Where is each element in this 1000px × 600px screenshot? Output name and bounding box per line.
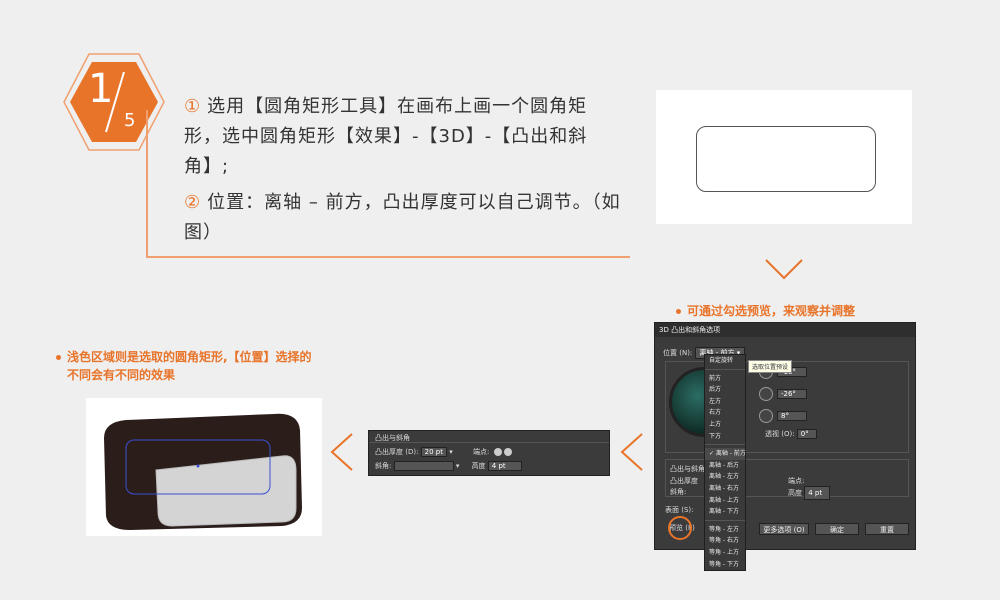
extruded-shape bbox=[104, 413, 302, 530]
position-dropdown-menu[interactable]: 自定旋转 前方 后方 左方 右方 上方 下方 ✓ 离轴 - 前方 离轴 - 后方 … bbox=[704, 354, 746, 572]
instruction-1: ① 选用【圆角矩形工具】在画布上画一个圆角矩形，选中圆角矩形【效果】-【3D】-【… bbox=[184, 96, 588, 177]
ok-button[interactable]: 确定 bbox=[815, 523, 859, 535]
step-total: 5 bbox=[124, 110, 136, 131]
cap-on-icon[interactable] bbox=[493, 448, 502, 456]
mini-depth-input[interactable]: 20 pt bbox=[420, 447, 447, 457]
bullet-dot bbox=[56, 355, 61, 360]
chevron-down-icon bbox=[765, 259, 803, 280]
canvas-preview bbox=[656, 90, 912, 224]
angle-z-row: 8° bbox=[759, 409, 807, 423]
preview-highlight-circle bbox=[668, 516, 692, 540]
mini-depth-row: 凸出厚度 (D): 20 pt ▾ 端点: bbox=[375, 447, 512, 457]
note-preview: 可通过勾选预览，来观察并调整 bbox=[676, 302, 855, 320]
dropdown-menu-item[interactable]: 等角 - 下方 bbox=[705, 559, 745, 571]
hexagon-shape bbox=[63, 53, 165, 151]
height-row: 高度 4 pt bbox=[788, 486, 831, 500]
cap-off-icon[interactable] bbox=[503, 448, 512, 456]
mini-bevel-row: 斜角: ▾ 高度 4 pt bbox=[375, 461, 522, 471]
chevron-left-icon bbox=[620, 433, 643, 471]
height-input[interactable]: 4 pt bbox=[804, 486, 831, 500]
dropdown-menu-item[interactable]: 等角 - 左方 bbox=[705, 524, 745, 536]
dropdown-menu-item[interactable]: 前方 bbox=[705, 373, 745, 385]
tooltip: 选取位置预设 bbox=[748, 360, 793, 373]
frame-line-horizontal bbox=[146, 256, 630, 258]
dropdown-menu-item[interactable]: 下方 bbox=[705, 431, 745, 443]
perspective-input[interactable]: 0° bbox=[796, 429, 817, 439]
3d-options-dialog: 3D 凸出和斜角选项 位置 (N): 离轴 - 前方 ▾ -18° -26° 8… bbox=[654, 322, 916, 550]
dropdown-menu-item[interactable]: 左方 bbox=[705, 396, 745, 408]
angle-z-input[interactable]: 8° bbox=[777, 411, 807, 421]
mini-height-input[interactable]: 4 pt bbox=[487, 461, 522, 471]
dropdown-menu-item[interactable]: 离轴 - 上方 bbox=[705, 495, 745, 507]
dropdown-menu-item[interactable]: 右方 bbox=[705, 407, 745, 419]
step-badge: 1 5 bbox=[62, 52, 166, 152]
surface-label: 表面 (S): bbox=[665, 506, 694, 514]
rotate-y-icon bbox=[759, 387, 773, 401]
dropdown-menu-item[interactable]: 上方 bbox=[705, 419, 745, 431]
extrude-panel: 凸出与斜角 凸出厚度 端点: 斜角: 高度 4 pt bbox=[665, 459, 909, 500]
more-options-button[interactable]: 更多选项 (O) bbox=[759, 523, 809, 535]
dropdown-menu-item[interactable]: 离轴 - 下方 bbox=[705, 506, 745, 518]
dropdown-menu-item[interactable]: 离轴 - 后方 bbox=[705, 460, 745, 472]
dropdown-menu-item[interactable]: 等角 - 上方 bbox=[705, 547, 745, 559]
angle-y-row: -26° bbox=[759, 387, 807, 401]
dropdown-menu-item[interactable]: 等角 - 右方 bbox=[705, 535, 745, 547]
dropdown-menu-item[interactable]: 自定旋转 bbox=[705, 355, 745, 367]
bevel-label: 斜角: bbox=[670, 488, 687, 496]
mini-panel-title: 凸出与斜角 bbox=[369, 431, 609, 443]
note-position: 浅色区域则是选取的圆角矩形,【位置】选择的 不同会有不同的效果 bbox=[56, 348, 312, 384]
instructions: ① 选用【圆角矩形工具】在画布上画一个圆角矩形，选中圆角矩形【效果】-【3D】-【… bbox=[184, 92, 624, 254]
dropdown-menu-item[interactable]: 离轴 - 左方 bbox=[705, 471, 745, 483]
rotate-z-icon bbox=[759, 409, 773, 423]
frame-line-vertical bbox=[146, 110, 148, 258]
instruction-2: ② 位置：离轴 – 前方，凸出厚度可以自己调节。（如图） bbox=[184, 192, 621, 243]
step-current: 1 bbox=[88, 66, 114, 112]
mini-bevel-select[interactable] bbox=[393, 461, 454, 471]
angle-y-input[interactable]: -26° bbox=[777, 389, 807, 399]
rounded-rectangle bbox=[696, 126, 876, 192]
extrude-bevel-panel: 凸出与斜角 凸出厚度 (D): 20 pt ▾ 端点: 斜角: ▾ 高度 4 p… bbox=[368, 430, 610, 476]
bullet-dot bbox=[676, 309, 681, 314]
3d-shape-preview bbox=[86, 398, 322, 536]
dropdown-menu-item[interactable]: 离轴 - 右方 bbox=[705, 483, 745, 495]
perspective-row: 透视 (O): 0° bbox=[765, 429, 817, 439]
dropdown-menu-item[interactable]: ✓ 离轴 - 前方 bbox=[705, 448, 746, 460]
dropdown-menu-item[interactable]: 后方 bbox=[705, 384, 745, 396]
dialog-title: 3D 凸出和斜角选项 bbox=[655, 323, 915, 337]
chevron-left-icon bbox=[330, 433, 353, 471]
reset-button[interactable]: 重置 bbox=[865, 523, 909, 535]
